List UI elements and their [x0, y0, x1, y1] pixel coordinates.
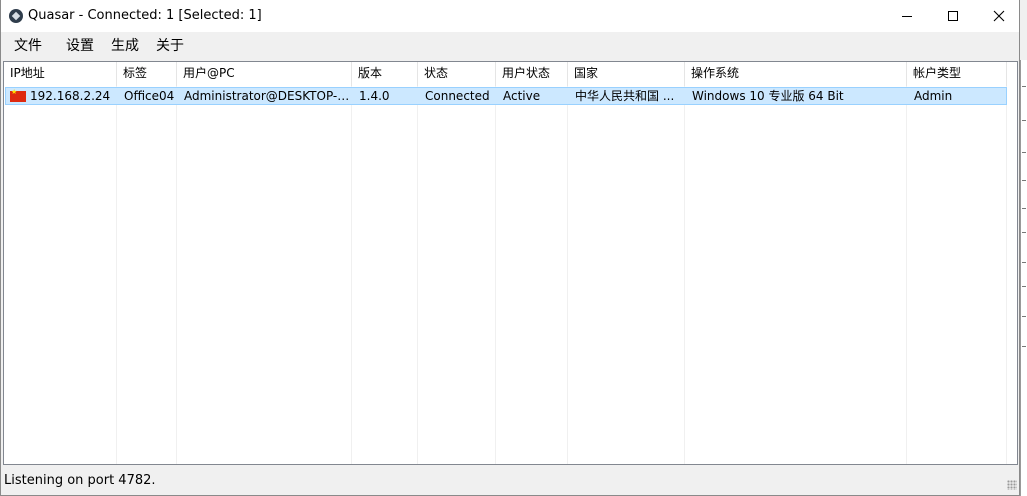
background-window-edge — [1022, 86, 1026, 87]
status-text: Listening on port 4782. — [4, 473, 156, 488]
close-button[interactable] — [976, 0, 1019, 32]
column-divider — [351, 86, 352, 464]
cell-os: Windows 10 专业版 64 Bit — [692, 89, 844, 103]
column-divider — [1006, 86, 1007, 464]
status-bar: Listening on port 4782. — [1, 468, 1019, 492]
column-header-os[interactable]: 操作系统 — [685, 62, 907, 86]
background-window-edge — [1022, 262, 1026, 263]
column-header-account-type[interactable]: 帐户类型 — [907, 62, 1007, 86]
cell-version: 1.4.0 — [359, 89, 390, 103]
background-window-edge — [1022, 180, 1026, 181]
cell-user-status: Active — [503, 89, 541, 103]
background-window-edge — [1022, 152, 1026, 153]
cell-tag: Office04 — [124, 89, 175, 103]
column-divider — [417, 86, 418, 464]
background-window-edge — [1022, 346, 1026, 347]
menu-file[interactable]: 文件 — [14, 35, 42, 55]
column-divider — [176, 86, 177, 464]
column-header-user-pc[interactable]: 用户@PC — [177, 62, 352, 86]
cell-country: 中华人民共和国 ... — [575, 89, 675, 103]
background-window-edge — [1020, 60, 1027, 496]
maximize-icon — [948, 11, 958, 21]
resize-grip-icon[interactable] — [1007, 480, 1017, 490]
column-header-tag[interactable]: 标签 — [117, 62, 177, 86]
cell-account-type: Admin — [914, 89, 953, 103]
title-bar[interactable]: Quasar - Connected: 1 [Selected: 1] — [1, 0, 1019, 32]
column-header-country[interactable]: 国家 — [568, 62, 685, 86]
cell-ip: 192.168.2.24 — [30, 89, 111, 103]
background-window-edge — [1022, 208, 1026, 209]
minimize-button[interactable] — [884, 0, 930, 32]
quasar-app-icon — [9, 9, 23, 23]
column-header-ip[interactable]: IP地址 — [4, 62, 117, 86]
column-divider — [116, 86, 117, 464]
window-title: Quasar - Connected: 1 [Selected: 1] — [28, 8, 262, 23]
column-divider — [684, 86, 685, 464]
background-window-edge — [1022, 286, 1026, 287]
column-divider — [495, 86, 496, 464]
close-icon — [993, 10, 1005, 22]
minimize-icon — [902, 15, 912, 17]
column-divider — [906, 86, 907, 464]
background-window-edge — [1022, 120, 1026, 121]
cell-status: Connected — [425, 89, 490, 103]
cell-user-pc: Administrator@DESKTOP-P4... — [184, 89, 353, 103]
column-header-version[interactable]: 版本 — [352, 62, 418, 86]
column-header-status[interactable]: 状态 — [418, 62, 496, 86]
menu-about[interactable]: 关于 — [156, 35, 184, 55]
client-row[interactable]: 192.168.2.24 Office04 Administrator@DESK… — [5, 87, 1007, 105]
background-window-edge — [1022, 316, 1026, 317]
column-divider — [567, 86, 568, 464]
menu-settings[interactable]: 设置 — [66, 35, 94, 55]
maximize-button[interactable] — [930, 0, 976, 32]
menu-bar: 文件 设置 生成 关于 — [1, 32, 1019, 56]
menu-build[interactable]: 生成 — [111, 35, 139, 55]
list-header: IP地址 标签 用户@PC 版本 状态 用户状态 国家 操作系统 帐户类型 — [4, 62, 1017, 86]
clients-list[interactable]: IP地址 标签 用户@PC 版本 状态 用户状态 国家 操作系统 帐户类型 19… — [3, 61, 1018, 465]
quasar-window: Quasar - Connected: 1 [Selected: 1] 文件 设… — [0, 0, 1020, 496]
column-header-user-status[interactable]: 用户状态 — [496, 62, 568, 86]
background-window-edge — [1022, 232, 1026, 233]
